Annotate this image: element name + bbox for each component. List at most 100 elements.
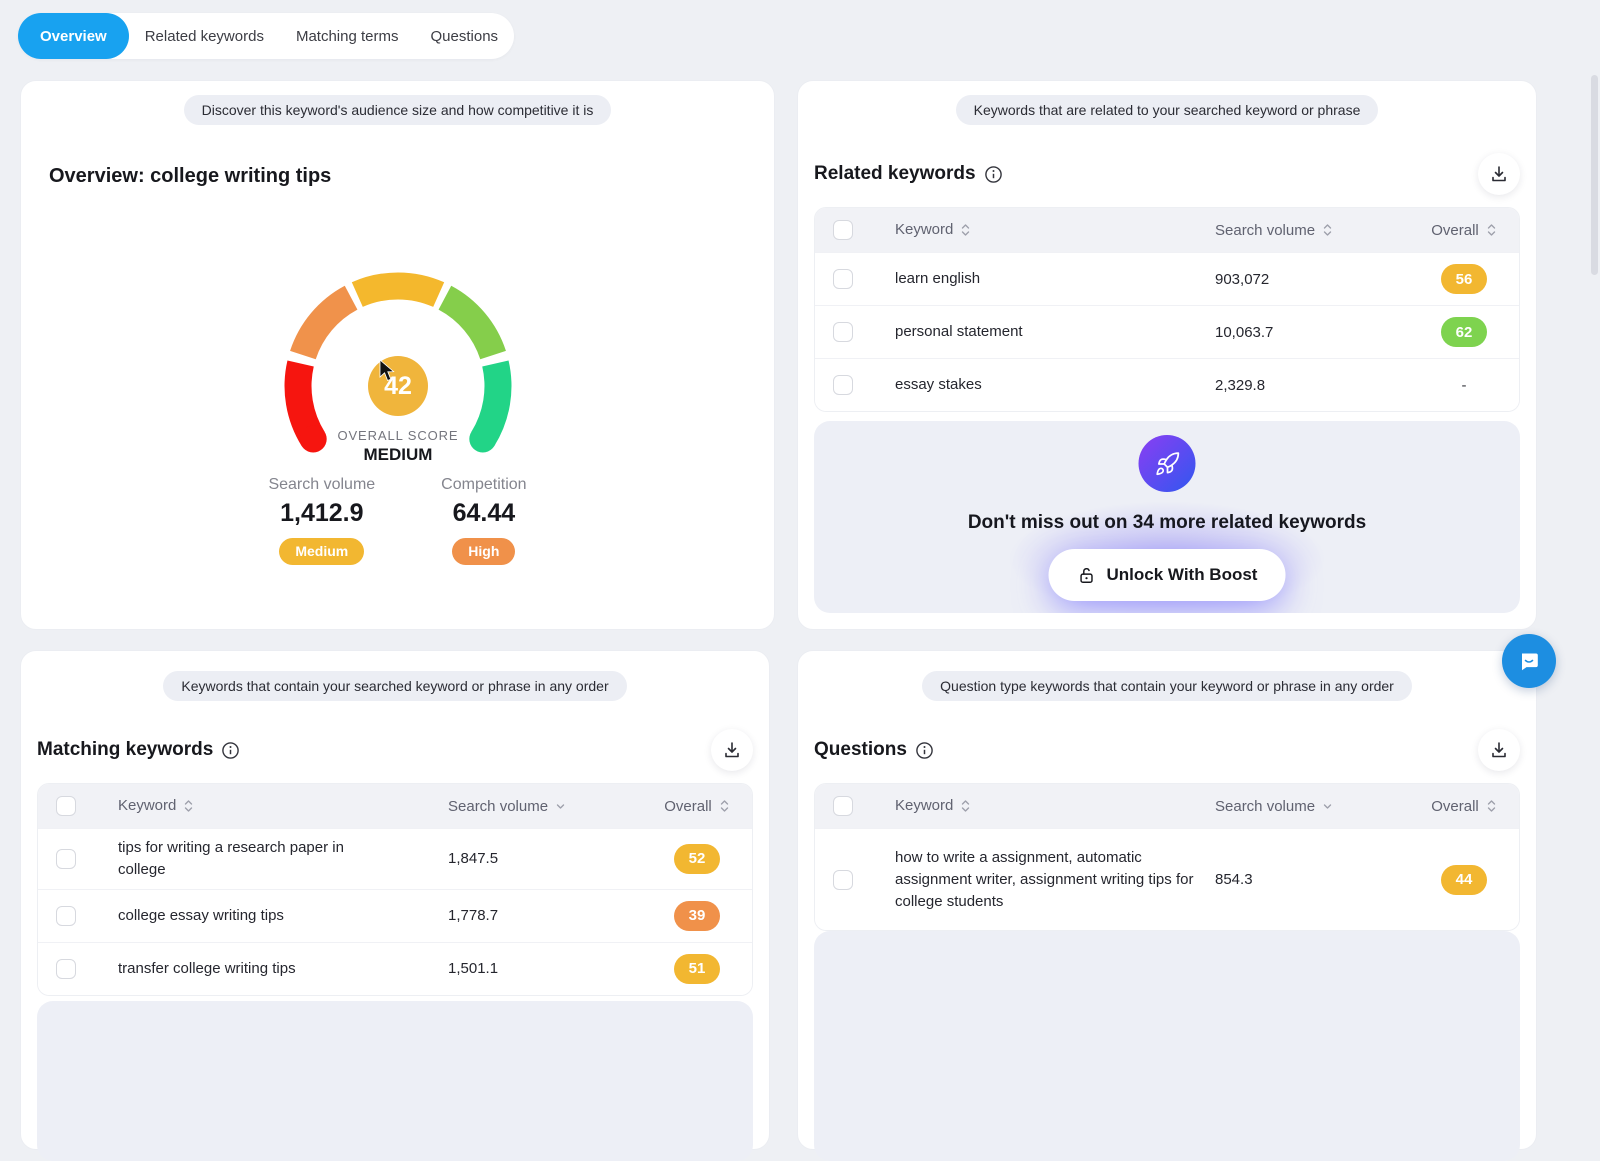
rocket-icon xyxy=(1154,451,1180,477)
sort-desc-icon xyxy=(1322,799,1333,813)
info-icon[interactable] xyxy=(984,165,1003,184)
locked-keywords-section xyxy=(37,1001,753,1161)
row-checkbox[interactable] xyxy=(56,959,76,979)
info-icon[interactable] xyxy=(915,741,934,760)
volume-cell: 1,501.1 xyxy=(442,960,642,977)
column-header-keyword[interactable]: Keyword xyxy=(879,219,1209,241)
download-icon xyxy=(722,740,742,760)
overall-score-caption: OVERALL SCORE xyxy=(268,428,528,443)
info-icon[interactable] xyxy=(221,741,240,760)
column-header-volume[interactable]: Search volume xyxy=(1209,798,1409,815)
sort-icon xyxy=(1486,223,1497,237)
table-row: learn english 903,072 56 xyxy=(815,252,1519,305)
table-row: transfer college writing tips 1,501.1 51 xyxy=(38,942,752,995)
keyword-cell: transfer college writing tips xyxy=(118,958,296,980)
keyword-cell: tips for writing a research paper in col… xyxy=(118,837,384,881)
table-row: personal statement 10,063.7 62 xyxy=(815,305,1519,358)
overall-empty: - xyxy=(1462,377,1467,394)
row-checkbox[interactable] xyxy=(833,375,853,395)
scrollbar[interactable] xyxy=(1591,75,1598,275)
row-checkbox[interactable] xyxy=(56,906,76,926)
competition-badge: High xyxy=(452,538,515,565)
column-header-overall[interactable]: Overall xyxy=(1409,222,1519,239)
download-button[interactable] xyxy=(1478,153,1520,195)
overall-badge: 44 xyxy=(1441,865,1487,895)
chat-launcher-button[interactable] xyxy=(1502,634,1556,688)
volume-cell: 2,329.8 xyxy=(1209,377,1409,394)
column-header-overall[interactable]: Overall xyxy=(642,798,752,815)
table-row: essay stakes 2,329.8 - xyxy=(815,358,1519,411)
matching-title: Matching keywords xyxy=(37,739,213,761)
locked-keywords-section xyxy=(814,931,1520,1161)
overall-score-level: MEDIUM xyxy=(268,445,528,465)
rocket-badge xyxy=(1139,435,1196,492)
tab-overview[interactable]: Overview xyxy=(18,13,129,59)
tab-questions[interactable]: Questions xyxy=(415,13,515,59)
sort-icon xyxy=(960,223,971,237)
search-volume-label: Search volume xyxy=(268,476,375,494)
download-button[interactable] xyxy=(711,729,753,771)
chat-icon xyxy=(1515,647,1543,675)
column-header-keyword[interactable]: Keyword xyxy=(879,795,1209,817)
volume-cell: 1,847.5 xyxy=(442,850,642,867)
competition-stat: Competition 64.44 High xyxy=(441,476,526,565)
unlock-with-boost-button[interactable]: Unlock With Boost xyxy=(1049,549,1286,601)
overall-badge: 39 xyxy=(674,901,720,931)
overall-badge: 51 xyxy=(674,954,720,984)
download-button[interactable] xyxy=(1478,729,1520,771)
download-icon xyxy=(1489,164,1509,184)
sort-icon xyxy=(1322,223,1333,237)
column-header-overall[interactable]: Overall xyxy=(1409,798,1519,815)
select-all-checkbox[interactable] xyxy=(833,796,853,816)
table-row: college essay writing tips 1,778.7 39 xyxy=(38,889,752,942)
search-volume-badge: Medium xyxy=(279,538,364,565)
matching-keywords-panel: Keywords that contain your searched keyw… xyxy=(20,650,770,1150)
select-all-checkbox[interactable] xyxy=(56,796,76,816)
competition-label: Competition xyxy=(441,476,526,494)
questions-panel: Question type keywords that contain your… xyxy=(797,650,1537,1150)
competition-value: 64.44 xyxy=(441,499,526,528)
sort-icon xyxy=(1486,799,1497,813)
table-header: Keyword Search volume Overall xyxy=(38,784,752,828)
search-volume-stat: Search volume 1,412.9 Medium xyxy=(268,476,375,565)
overview-stats: Search volume 1,412.9 Medium Competition… xyxy=(21,476,774,565)
column-header-keyword[interactable]: Keyword xyxy=(102,795,442,817)
related-keywords-panel: Keywords that are related to your search… xyxy=(797,80,1537,630)
overall-badge: 62 xyxy=(1441,317,1487,347)
keyword-cell: personal statement xyxy=(879,313,1209,351)
table-row: tips for writing a research paper in col… xyxy=(38,828,752,889)
matching-hint: Keywords that contain your searched keyw… xyxy=(163,671,626,701)
search-volume-value: 1,412.9 xyxy=(268,499,375,528)
volume-cell: 10,063.7 xyxy=(1209,324,1409,341)
keyword-cell: how to write a assignment, automatic ass… xyxy=(895,847,1195,912)
overall-badge: 52 xyxy=(674,844,720,874)
sort-icon xyxy=(960,799,971,813)
unlock-message: Don't miss out on 34 more related keywor… xyxy=(814,512,1520,534)
questions-table: Keyword Search volume Overall how to wri… xyxy=(814,783,1520,931)
row-checkbox[interactable] xyxy=(56,849,76,869)
keyword-cell: learn english xyxy=(879,260,1209,298)
keyword-cell: essay stakes xyxy=(879,366,1209,404)
overview-hint: Discover this keyword's audience size an… xyxy=(184,95,612,125)
row-checkbox[interactable] xyxy=(833,322,853,342)
table-header: Keyword Search volume Overall xyxy=(815,208,1519,252)
overview-panel: Discover this keyword's audience size an… xyxy=(20,80,775,630)
related-title: Related keywords xyxy=(814,163,976,185)
overall-badge: 56 xyxy=(1441,264,1487,294)
tab-related-keywords[interactable]: Related keywords xyxy=(129,13,280,59)
mouse-cursor xyxy=(379,359,399,383)
overview-title: Overview: college writing tips xyxy=(49,165,774,188)
volume-cell: 1,778.7 xyxy=(442,907,642,924)
unlock-icon xyxy=(1077,565,1097,585)
sort-desc-icon xyxy=(555,799,566,813)
related-hint: Keywords that are related to your search… xyxy=(956,95,1379,125)
row-checkbox[interactable] xyxy=(833,870,853,890)
sort-icon xyxy=(719,799,730,813)
select-all-checkbox[interactable] xyxy=(833,220,853,240)
matching-keywords-table: Keyword Search volume Overall tips for w… xyxy=(37,783,753,996)
column-header-volume[interactable]: Search volume xyxy=(442,798,642,815)
row-checkbox[interactable] xyxy=(833,269,853,289)
sort-icon xyxy=(183,799,194,813)
tab-matching-terms[interactable]: Matching terms xyxy=(280,13,415,59)
column-header-volume[interactable]: Search volume xyxy=(1209,222,1409,239)
